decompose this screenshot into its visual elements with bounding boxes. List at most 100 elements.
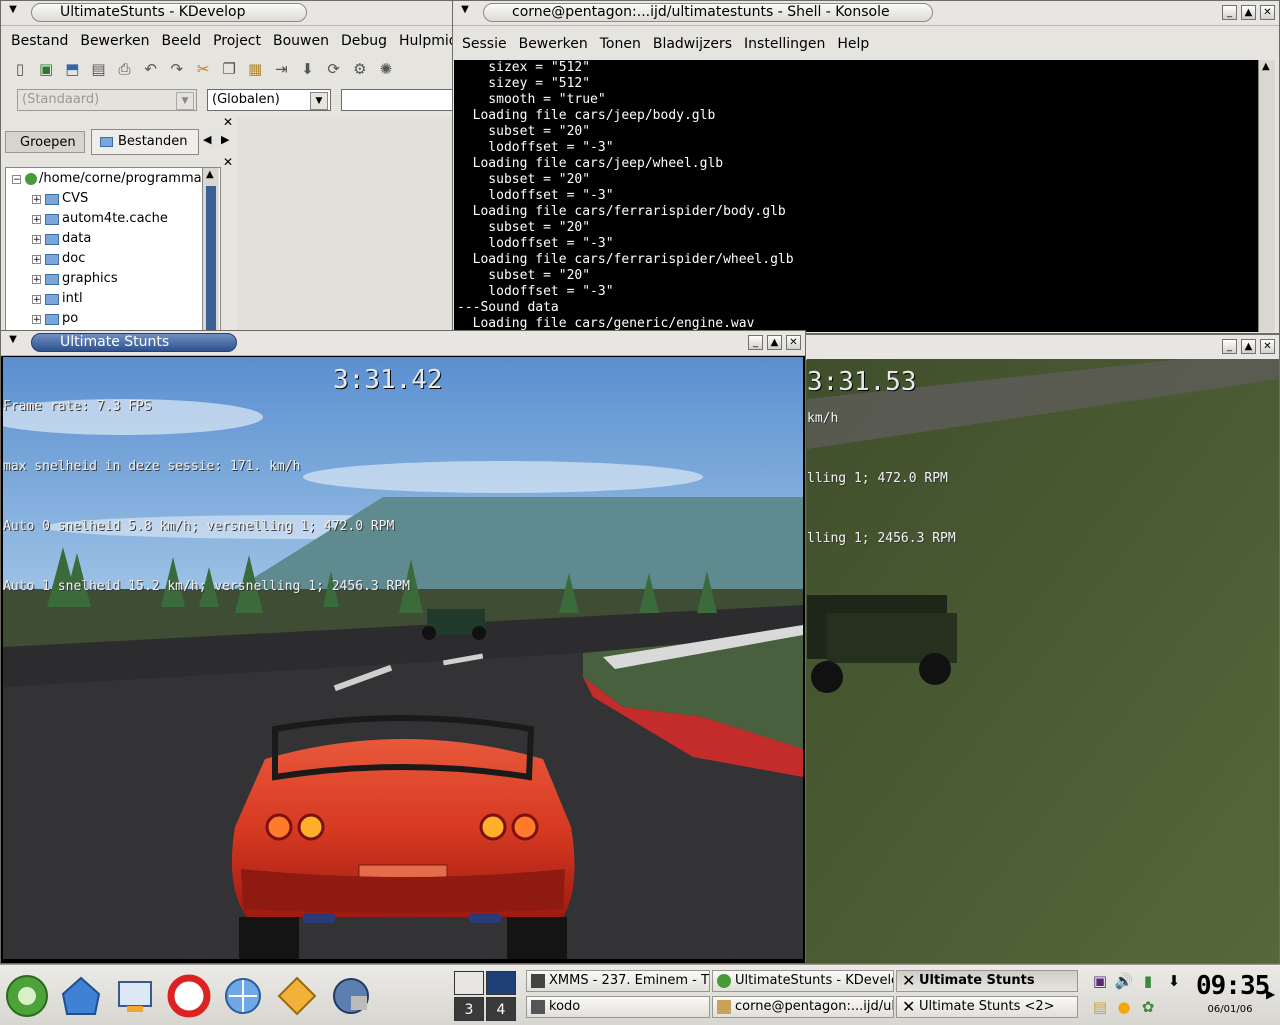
- tree-root[interactable]: − /home/corne/programma-s: [12, 169, 213, 189]
- desktop-1[interactable]: [454, 971, 484, 995]
- game1-title-pill[interactable]: Ultimate Stunts: [31, 333, 237, 352]
- menu-bewerken[interactable]: Bewerken: [513, 33, 594, 55]
- tree-scrollbar[interactable]: ▲: [202, 168, 219, 333]
- desktop-2[interactable]: [486, 971, 516, 995]
- menu-instellingen[interactable]: Instellingen: [738, 33, 831, 55]
- expand-icon[interactable]: +: [32, 194, 41, 204]
- desktop-4[interactable]: 4: [486, 997, 516, 1021]
- scroll-up-icon[interactable]: ▲: [206, 169, 214, 180]
- browser-icon[interactable]: [328, 973, 374, 1019]
- menu-hulpmiddelen[interactable]: Hulpmiddelen: [393, 30, 453, 52]
- game1-viewport[interactable]: Frame rate: 7.3 FPS max snelheid in deze…: [3, 357, 803, 959]
- window-menu-icon[interactable]: ▼: [7, 334, 19, 346]
- task-ultimate-stunts-2[interactable]: ✕ Ultimate Stunts <2>: [896, 996, 1078, 1018]
- sun-icon[interactable]: ●: [1114, 997, 1134, 1017]
- office-icon[interactable]: [274, 973, 320, 1019]
- scroll-up-icon[interactable]: ▲: [1262, 61, 1270, 72]
- download-icon[interactable]: ⬇: [1164, 971, 1184, 991]
- maximize-icon[interactable]: ▲: [767, 335, 782, 350]
- minimize-icon[interactable]: _: [1222, 339, 1237, 354]
- clock[interactable]: 09:35 06/01/06: [1196, 969, 1270, 1021]
- task-xmms[interactable]: XMMS - 237. Eminem - T: [526, 970, 710, 992]
- help-icon[interactable]: [166, 973, 212, 1019]
- kde-menu-icon[interactable]: [4, 973, 50, 1019]
- panel-hide-icon[interactable]: ▶: [1266, 987, 1275, 1001]
- klipper-icon[interactable]: ▣: [1090, 971, 1110, 991]
- tree-item[interactable]: + autom4te.cache: [12, 209, 213, 229]
- tab-scroll-right-icon[interactable]: ▶: [221, 133, 229, 146]
- menu-tonen[interactable]: Tonen: [594, 33, 647, 55]
- kdevelop-title-pill[interactable]: UltimateStunts - KDevelop: [31, 3, 307, 22]
- close-icon[interactable]: ✕: [1260, 339, 1275, 354]
- game2-viewport[interactable]: km/h lling 1; 472.0 RPM lling 1; 2456.3 …: [807, 359, 1279, 963]
- close-icon[interactable]: ✕: [223, 155, 233, 169]
- game2-titlebar[interactable]: _ ▲ ✕: [801, 335, 1279, 360]
- network-icon[interactable]: ✿: [1138, 997, 1158, 1017]
- tree-item[interactable]: + graphics: [12, 269, 213, 289]
- kmix-icon[interactable]: ▤: [1090, 997, 1110, 1017]
- scroll-thumb[interactable]: [206, 186, 216, 333]
- menu-bestand[interactable]: Bestand: [5, 30, 74, 52]
- home-folder-icon[interactable]: [58, 973, 104, 1019]
- konsole-title-pill[interactable]: corne@pentagon:...ijd/ultimatestunts - S…: [483, 3, 933, 22]
- menu-bewerken[interactable]: Bewerken: [74, 30, 155, 52]
- new-project-icon[interactable]: ▣: [35, 58, 57, 80]
- close-icon[interactable]: ✕: [223, 115, 233, 129]
- undo-icon[interactable]: ↶: [140, 58, 162, 80]
- close-icon[interactable]: ✕: [786, 335, 801, 350]
- konsole-titlebar[interactable]: corne@pentagon:...ijd/ultimatestunts - S…: [453, 1, 1279, 26]
- menu-project[interactable]: Project: [207, 30, 267, 52]
- menu-bouwen[interactable]: Bouwen: [267, 30, 335, 52]
- kdevelop-titlebar[interactable]: UltimateStunts - KDevelop ▼: [1, 1, 453, 26]
- collapse-icon[interactable]: −: [12, 174, 21, 184]
- open-icon[interactable]: ⬒: [61, 58, 83, 80]
- cut-icon[interactable]: ✂: [192, 58, 214, 80]
- desktop-3[interactable]: 3: [454, 997, 484, 1021]
- tab-groepen[interactable]: Groepen: [5, 131, 85, 153]
- tree-item[interactable]: + intl: [12, 289, 213, 309]
- tree-item[interactable]: + CVS: [12, 189, 213, 209]
- tree-item[interactable]: + po: [12, 309, 213, 329]
- terminal-output[interactable]: sizex = "512" sizey = "512" smooth = "tr…: [454, 60, 1260, 332]
- expand-icon[interactable]: +: [32, 254, 41, 264]
- compile-icon[interactable]: ⬇: [297, 58, 319, 80]
- copy-icon[interactable]: ❐: [218, 58, 240, 80]
- maximize-icon[interactable]: ▲: [1241, 5, 1256, 20]
- tab-scroll-left-icon[interactable]: ◀: [203, 133, 211, 146]
- task-kdevelop[interactable]: UltimateStunts - KDevelo: [712, 970, 894, 992]
- minimize-icon[interactable]: _: [748, 335, 763, 350]
- function-combo[interactable]: [341, 89, 453, 111]
- scope-combo[interactable]: (Globalen) ▼: [207, 89, 331, 111]
- volume-icon[interactable]: 🔊: [1114, 971, 1134, 991]
- save-icon[interactable]: ▤: [87, 58, 109, 80]
- control-center-icon[interactable]: [112, 973, 158, 1019]
- tools-icon[interactable]: ⚙: [349, 58, 371, 80]
- konqueror-icon[interactable]: [220, 973, 266, 1019]
- menu-debug[interactable]: Debug: [335, 30, 393, 52]
- menu-help[interactable]: Help: [831, 33, 875, 55]
- tab-bestanden[interactable]: Bestanden: [91, 129, 199, 155]
- window-menu-icon[interactable]: ▼: [459, 4, 471, 16]
- build-icon[interactable]: ⟳: [323, 58, 345, 80]
- minimize-icon[interactable]: _: [1222, 5, 1237, 20]
- paste-icon[interactable]: ▦: [244, 58, 266, 80]
- class-combo[interactable]: (Standaard) ▼: [17, 89, 197, 111]
- close-icon[interactable]: ✕: [1260, 5, 1275, 20]
- expand-icon[interactable]: +: [32, 294, 41, 304]
- window-menu-icon[interactable]: ▼: [7, 4, 19, 16]
- settings-icon[interactable]: ✺: [375, 58, 397, 80]
- expand-icon[interactable]: +: [32, 314, 41, 324]
- maximize-icon[interactable]: ▲: [1241, 339, 1256, 354]
- expand-icon[interactable]: +: [32, 274, 41, 284]
- redo-icon[interactable]: ↷: [166, 58, 188, 80]
- menu-beeld[interactable]: Beeld: [155, 30, 207, 52]
- battery-icon[interactable]: ▮: [1138, 971, 1158, 991]
- new-file-icon[interactable]: ▯: [9, 58, 31, 80]
- task-kodo[interactable]: kodo: [526, 996, 710, 1018]
- task-ultimate-stunts[interactable]: ✕ Ultimate Stunts: [896, 970, 1078, 992]
- tree-item[interactable]: + data: [12, 229, 213, 249]
- print-icon[interactable]: ⎙: [114, 58, 136, 80]
- menu-bladwijzers[interactable]: Bladwijzers: [647, 33, 738, 55]
- tree-item[interactable]: + doc: [12, 249, 213, 269]
- expand-icon[interactable]: +: [32, 234, 41, 244]
